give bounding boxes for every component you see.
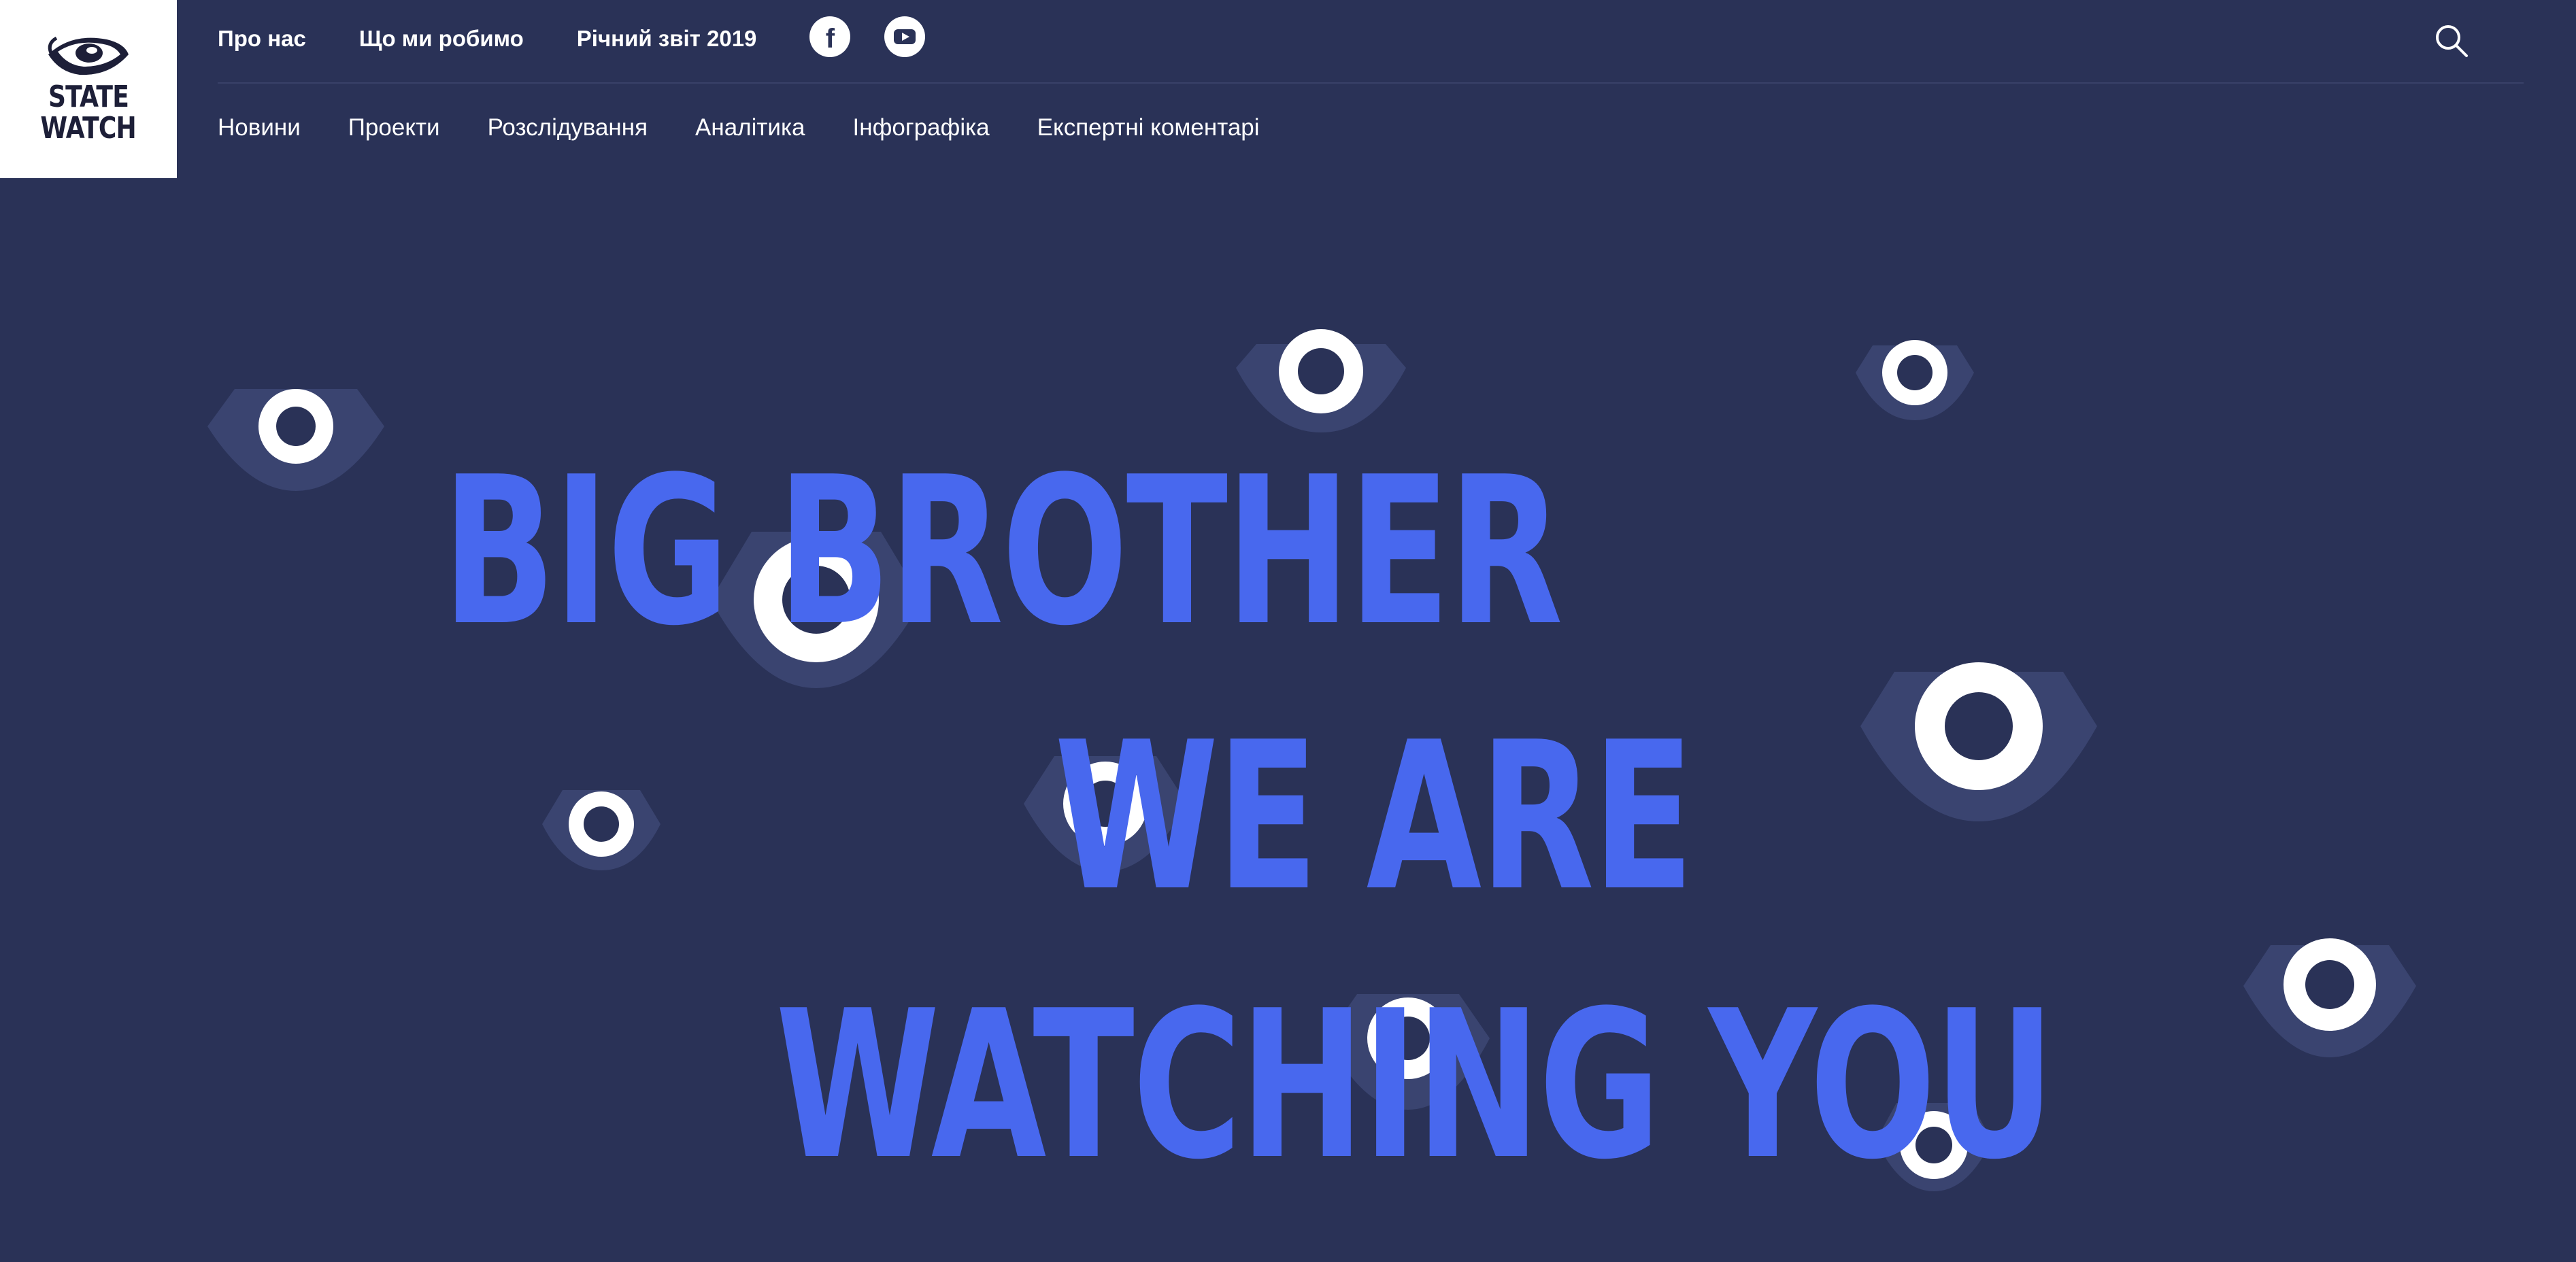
section-link-expert-comments[interactable]: Експертні коментарі xyxy=(1037,114,1260,141)
page: STATE WATCH Про нас Що ми робимо Річний … xyxy=(0,0,2576,1262)
section-nav: Новини Проекти Розслідування Аналітика І… xyxy=(218,114,1307,141)
hero-banner: BIG BROTHER WE ARE WATCHING YOU xyxy=(0,178,2576,1262)
section-link-news[interactable]: Новини xyxy=(218,114,301,141)
section-link-investigations[interactable]: Розслідування xyxy=(488,114,648,141)
eye-icon xyxy=(2243,938,2416,1057)
hero-headline-line-2: WE ARE xyxy=(1054,698,1694,936)
youtube-link[interactable] xyxy=(884,16,926,57)
eye-icon xyxy=(1860,662,2097,821)
nav-link-what-we-do[interactable]: Що ми робимо xyxy=(359,26,524,52)
site-logo[interactable]: STATE WATCH xyxy=(0,0,177,178)
nav-link-about[interactable]: Про нас xyxy=(218,26,306,52)
nav-divider xyxy=(218,82,2524,84)
section-link-analytics[interactable]: Аналітика xyxy=(695,114,805,141)
hero-headline-line-1: BIG BROTHER xyxy=(442,433,1563,670)
eye-icon xyxy=(207,389,384,505)
search-button[interactable] xyxy=(2434,23,2469,58)
hero-headline-line-3: WATCHING YOU xyxy=(775,967,2055,1204)
top-nav: Про нас Що ми робимо Річний звіт 2019 f xyxy=(218,16,959,57)
logo-text-state: STATE xyxy=(48,80,129,114)
eye-icon xyxy=(1856,340,1974,420)
nav-link-annual-report[interactable]: Річний звіт 2019 xyxy=(577,26,757,52)
eye-logo-icon xyxy=(48,36,129,75)
section-link-infographics[interactable]: Інфографіка xyxy=(853,114,990,141)
section-link-projects[interactable]: Проекти xyxy=(348,114,440,141)
eye-icon xyxy=(542,790,660,870)
facebook-icon: f xyxy=(825,24,835,54)
search-icon xyxy=(2436,25,2468,57)
youtube-icon xyxy=(894,29,916,44)
logo-text-watch: WATCH xyxy=(40,111,137,146)
eye-icon xyxy=(1236,329,1406,446)
facebook-link[interactable]: f xyxy=(809,16,851,57)
